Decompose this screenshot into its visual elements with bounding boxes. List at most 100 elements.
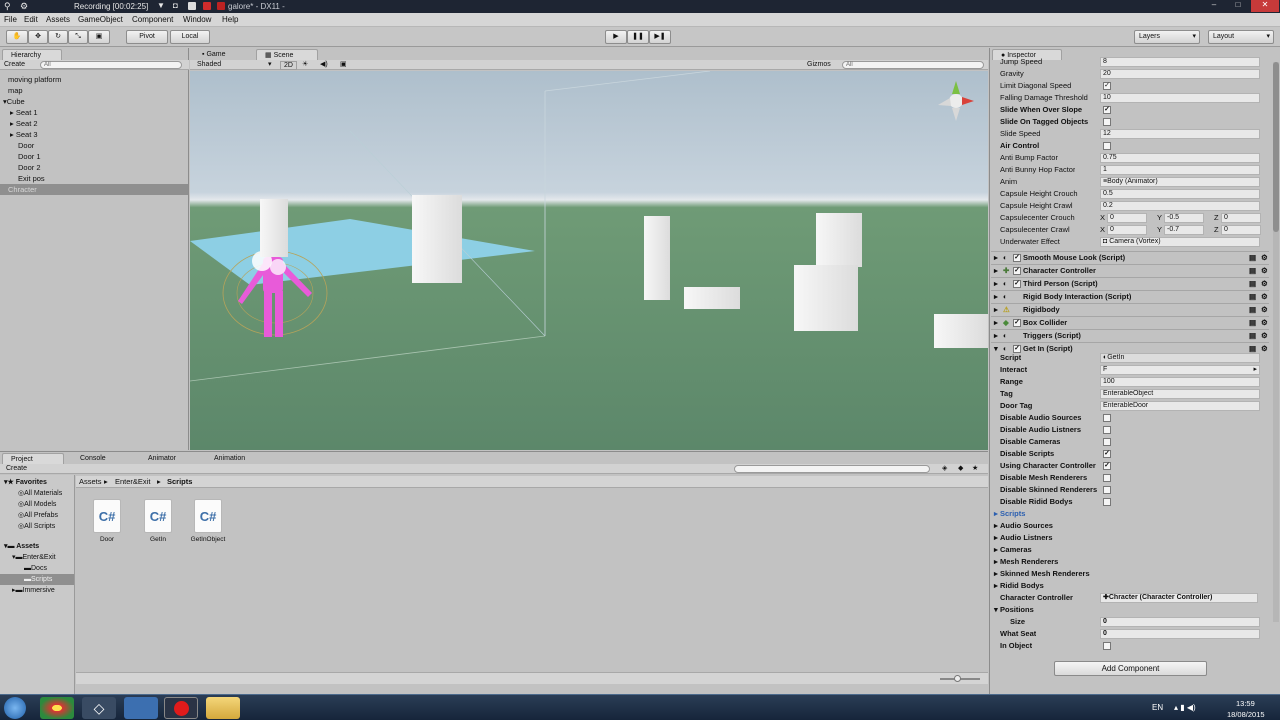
foldout-scripts[interactable]: ▸ Scripts	[991, 508, 1269, 520]
hierarchy-item[interactable]: map	[0, 85, 188, 96]
menu-edit[interactable]: Edit	[24, 15, 38, 24]
expand-arrow-icon[interactable]: ▸	[994, 278, 998, 290]
component-rigid-body-interaction[interactable]: ▸ ◐ Rigid Body Interaction (Script) ▤ ⚙	[991, 290, 1269, 303]
expand-arrow-icon[interactable]: ▸	[994, 317, 998, 329]
checkbox[interactable]	[1103, 486, 1111, 494]
gear-icon[interactable]: ⚙	[1261, 330, 1268, 342]
scrollbar-thumb[interactable]	[1273, 62, 1279, 232]
gear-icon[interactable]: ⚙	[1261, 252, 1268, 264]
checkbox[interactable]: ✓	[1103, 450, 1111, 458]
tab-scene[interactable]: ▦ Scene	[256, 49, 318, 60]
checkbox[interactable]	[1103, 474, 1111, 482]
scene-search-input[interactable]: All	[842, 61, 984, 69]
field-value[interactable]: 100	[1100, 377, 1260, 387]
clock-date[interactable]: 18/08/2015	[1227, 710, 1265, 719]
gear-icon[interactable]: ⚙	[1261, 278, 1268, 290]
pillar-right[interactable]	[644, 216, 670, 300]
field-value[interactable]: 10	[1100, 93, 1260, 103]
checkbox[interactable]	[1103, 118, 1111, 126]
pillar-left[interactable]	[260, 199, 288, 257]
effects-icon[interactable]: ▣	[340, 60, 347, 68]
folder-item[interactable]: ▸▬Immersive	[12, 585, 82, 596]
field-value[interactable]: 1	[1100, 165, 1260, 175]
language-indicator[interactable]: EN	[1152, 703, 1163, 712]
expand-arrow-icon[interactable]: ▸	[994, 291, 998, 303]
assets-header[interactable]: ▾▬ Assets	[4, 541, 74, 552]
start-button[interactable]	[4, 697, 26, 719]
search-icon[interactable]: ⚲	[4, 1, 11, 12]
menu-window[interactable]: Window	[183, 15, 211, 24]
enable-checkbox[interactable]: ✓	[1013, 280, 1021, 288]
layout-dropdown[interactable]: Layout ▾	[1208, 30, 1274, 44]
slider-thumb[interactable]	[954, 675, 961, 682]
enable-checkbox[interactable]: ✓	[1013, 319, 1021, 327]
gear-icon[interactable]: ⚙	[1261, 291, 1268, 303]
field-value[interactable]: 0.75	[1100, 153, 1260, 163]
object-field[interactable]: ≡Body (Animator)	[1100, 177, 1260, 187]
audio-icon[interactable]: ◀)	[320, 60, 328, 68]
hierarchy-item[interactable]: Door 1	[0, 151, 188, 162]
foldout-audio-sources[interactable]: ▸ Audio Sources	[991, 520, 1269, 532]
clock-time[interactable]: 13:59	[1236, 699, 1255, 708]
help-icon[interactable]: ▤	[1249, 304, 1256, 316]
hierarchy-item-selected[interactable]: Chracter	[0, 184, 188, 195]
x-field[interactable]: 0	[1107, 213, 1147, 223]
hierarchy-item[interactable]: Exit pos	[0, 173, 188, 184]
object-field[interactable]: ◘ Camera (Vortex)	[1100, 237, 1260, 247]
shading-dropdown[interactable]: Shaded	[197, 61, 221, 68]
add-component-button[interactable]: Add Component	[1054, 661, 1207, 676]
project-create-button[interactable]: Create	[6, 465, 27, 472]
favorite-item[interactable]: ◎All Models	[18, 499, 88, 510]
stop-icon[interactable]	[203, 2, 211, 10]
folder-item-selected[interactable]: ▬Scripts	[0, 574, 74, 585]
visual-studio-icon[interactable]	[124, 697, 158, 719]
hierarchy-item[interactable]: ▸ Seat 3	[0, 129, 188, 140]
field-value[interactable]: 0.2	[1100, 201, 1260, 211]
tab-hierarchy[interactable]: Hierarchy	[2, 49, 62, 60]
breadcrumb-item[interactable]: Scripts	[167, 476, 192, 488]
hand-tool-button[interactable]: ✋	[6, 30, 28, 44]
gizmos-dropdown[interactable]: Gizmos	[807, 61, 831, 68]
menu-gameobject[interactable]: GameObject	[78, 15, 123, 24]
hierarchy-item[interactable]: ▸ Seat 1	[0, 107, 188, 118]
layers-dropdown[interactable]: Layers ▾	[1134, 30, 1200, 44]
gear-icon[interactable]: ⚙	[1261, 317, 1268, 329]
y-field[interactable]: -0.5	[1164, 213, 1204, 223]
enable-checkbox[interactable]: ✓	[1013, 267, 1021, 275]
step-button[interactable]: ▶❚	[649, 30, 671, 44]
gear-icon[interactable]: ⚙	[1261, 265, 1268, 277]
expand-arrow-icon[interactable]: ▸	[994, 330, 998, 342]
play-button[interactable]: ▶	[605, 30, 627, 44]
favorite-item[interactable]: ◎All Materials	[18, 488, 88, 499]
block-edge[interactable]	[934, 314, 988, 348]
hierarchy-item[interactable]: ▾Cube	[0, 96, 188, 107]
help-icon[interactable]: ▤	[1249, 252, 1256, 264]
pivot-toggle[interactable]: Pivot	[126, 30, 168, 44]
block-small[interactable]	[684, 287, 740, 309]
camera-icon[interactable]: ◘	[173, 1, 178, 10]
foldout-mesh-renderers[interactable]: ▸ Mesh Renderers	[991, 556, 1269, 568]
foldout-positions[interactable]: ▾ Positions	[991, 604, 1269, 616]
field-value[interactable]: 12	[1100, 129, 1260, 139]
component-triggers[interactable]: ▸ ◐ Triggers (Script) ▤ ⚙	[991, 329, 1269, 342]
z-field[interactable]: 0	[1221, 225, 1261, 235]
hierarchy-search-input[interactable]: All	[40, 61, 182, 69]
field-value[interactable]: 0	[1100, 617, 1260, 627]
breadcrumb-item[interactable]: Enter&Exit	[115, 476, 150, 488]
filter-type-icon[interactable]: ◈	[942, 464, 947, 472]
menu-file[interactable]: File	[4, 15, 17, 24]
enable-checkbox[interactable]: ✓	[1013, 254, 1021, 262]
file-explorer-icon[interactable]	[206, 697, 240, 719]
folder-item[interactable]: ▾▬Enter&Exit	[12, 552, 82, 563]
component-smooth-mouse-look[interactable]: ▸ ◐ ✓ Smooth Mouse Look (Script) ▤ ⚙	[991, 251, 1269, 264]
pause-icon[interactable]	[188, 2, 196, 10]
tray-icons[interactable]: ▴ ▮ ◀)	[1174, 703, 1196, 712]
rotate-tool-button[interactable]: ↻	[48, 30, 68, 44]
filter-label-icon[interactable]: ◆	[958, 464, 963, 472]
help-icon[interactable]: ▤	[1249, 265, 1256, 277]
scene-orientation-gizmo[interactable]	[934, 77, 978, 125]
y-field[interactable]: -0.7	[1164, 225, 1204, 235]
move-tool-button[interactable]: ✥	[28, 30, 48, 44]
tab-project[interactable]: Project	[2, 453, 64, 464]
seat-back[interactable]	[816, 213, 862, 267]
